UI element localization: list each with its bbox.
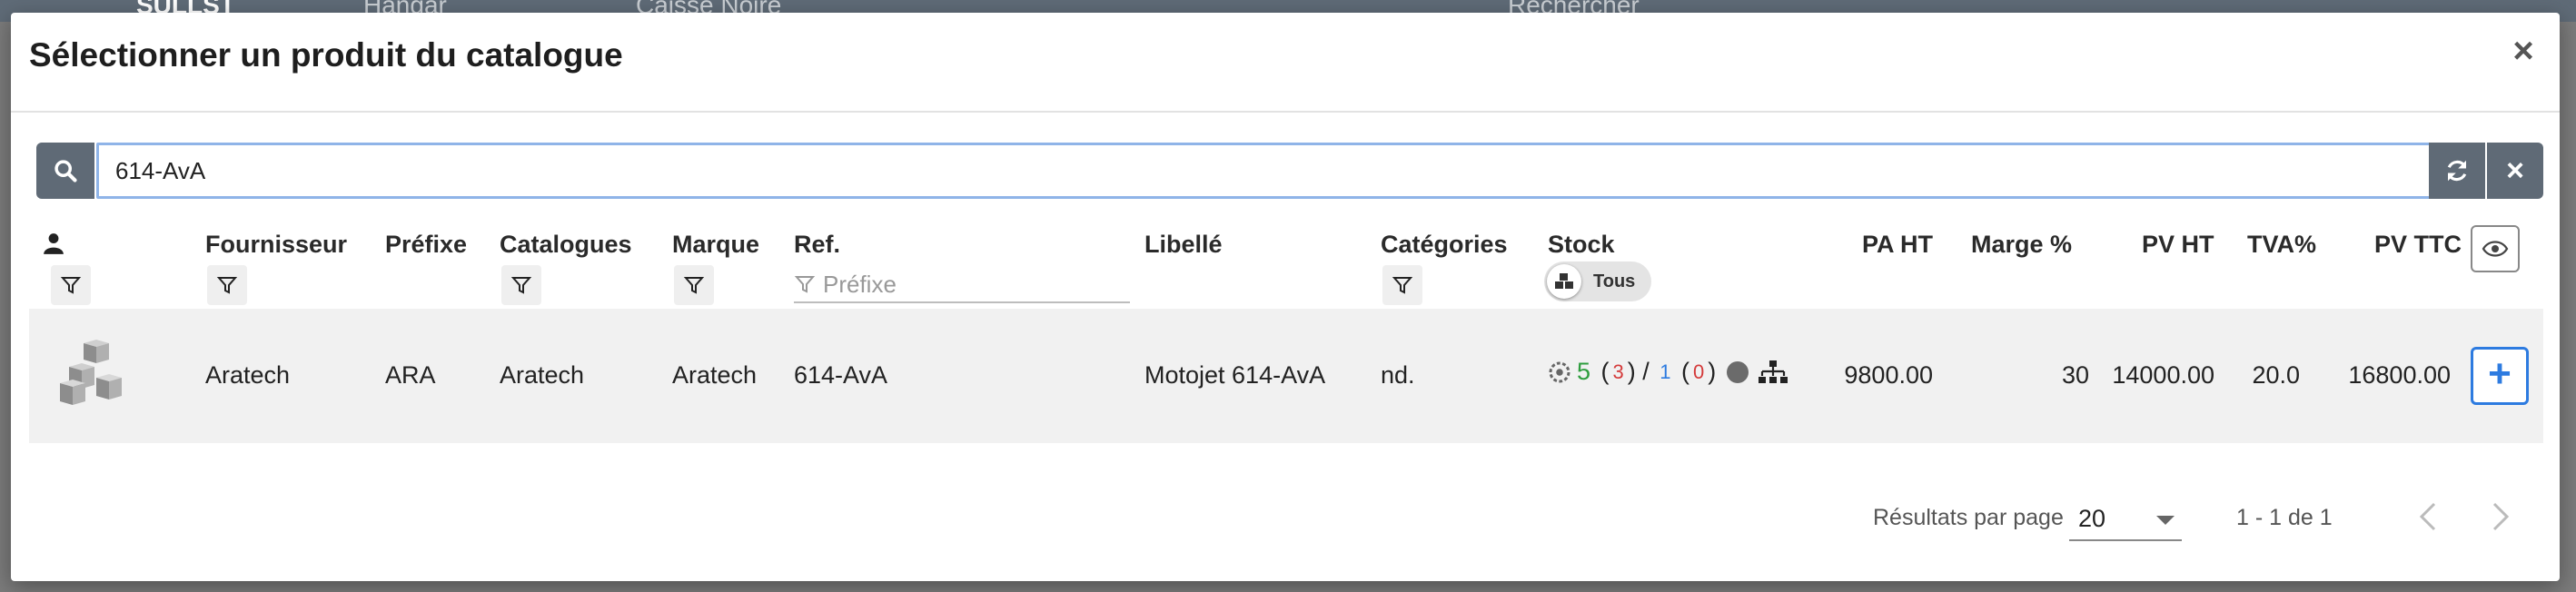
refresh-icon [2447,160,2467,182]
status-dot-icon [1726,360,1749,383]
close-dialog-button[interactable]: × [2507,33,2540,69]
filter-icon [794,276,816,293]
column-visibility-button[interactable] [2471,225,2520,272]
ref-prefix-placeholder: Préfixe [823,270,897,298]
refresh-button[interactable] [2429,143,2485,199]
chevron-down-icon [2156,516,2175,525]
stock-gear-icon [1549,361,1570,382]
stock-available: 5 [1577,358,1591,385]
add-product-button[interactable]: + [2471,347,2529,405]
cell-pv-ttc: 16800.00 [2348,361,2451,389]
dialog-title: Sélectionner un produit du catalogue [29,36,623,74]
cell-prefixe: ARA [385,361,436,389]
filter-icon [683,277,705,294]
cubes-icon [1547,264,1581,299]
col-stock: Stock [1548,231,1615,258]
table-header: Fournisseur Préfixe Catalogues Marque Re… [29,207,2543,309]
clear-search-button[interactable]: × [2487,143,2543,199]
col-pa-ht: PA HT [1862,231,1933,258]
filter-marque-button[interactable] [674,265,714,305]
cell-ref: 614-AvA [794,361,888,389]
filter-icon [1392,277,1413,294]
product-cubes-icon [60,340,122,405]
filter-categories-button[interactable] [1382,265,1422,305]
product-catalog-dialog: Sélectionner un produit du catalogue × ×… [11,13,2560,581]
filter-catalogues-button[interactable] [501,265,541,305]
cell-catalogues: Aratech [500,361,585,389]
prev-page-button[interactable] [2405,494,2451,539]
col-pv-ttc: PV TTC [2374,231,2462,258]
filter-user-button[interactable] [51,265,91,305]
hierarchy-icon[interactable] [1758,360,1788,385]
stock-ordered: 1 [1660,360,1671,383]
cell-categories: nd. [1381,361,1415,389]
cell-tva: 20.0 [2252,361,2300,389]
col-libelle: Libellé [1144,231,1223,258]
filter-fournisseur-button[interactable] [207,265,247,305]
next-page-button[interactable] [2478,494,2523,539]
per-page-value: 20 [2078,505,2106,532]
user-icon [44,233,64,254]
col-ref: Ref. [794,231,841,258]
chevron-left-icon [2419,502,2436,531]
cell-marque: Aratech [672,361,758,389]
col-fournisseur: Fournisseur [205,231,348,258]
cell-libelle: Motojet 614-AvA [1144,361,1326,389]
col-categories: Catégories [1381,231,1508,258]
search-button[interactable] [36,143,94,199]
per-page-label: Résultats par page [1873,505,2064,530]
chevron-right-icon [2492,502,2510,531]
cell-stock: 5 (3) / 1 (0) [1546,358,1788,386]
pagination-range: 1 - 1 de 1 [2236,505,2333,530]
ref-prefix-input[interactable]: Préfixe [794,267,1130,303]
col-catalogues: Catalogues [500,231,632,258]
stock-reserved: 3 [1612,360,1624,383]
stock-filter-toggle[interactable]: Tous [1544,261,1651,301]
stock-pending: 0 [1693,360,1705,383]
col-marque: Marque [672,231,760,258]
col-pv-ht: PV HT [2142,231,2214,258]
filter-icon [60,277,82,294]
cell-marge: 30 [2061,361,2089,389]
stock-toggle-label: Tous [1593,271,1636,291]
filter-icon [216,277,238,294]
cell-pv-ht: 14000.00 [2112,361,2214,389]
filter-icon [510,277,532,294]
eye-icon [2482,241,2509,257]
col-prefixe: Préfixe [385,231,468,258]
table-row[interactable]: Aratech ARA Aratech Aratech 614-AvA Moto… [29,309,2543,443]
search-input[interactable] [96,143,2445,199]
search-icon [54,160,77,183]
per-page-select[interactable]: 20 [2069,498,2182,541]
cell-fournisseur: Aratech [205,361,291,389]
divider [11,111,2560,113]
col-marge: Marge % [1971,231,2073,258]
col-tva: TVA% [2247,231,2317,258]
cell-pa-ht: 9800.00 [1844,361,1933,389]
